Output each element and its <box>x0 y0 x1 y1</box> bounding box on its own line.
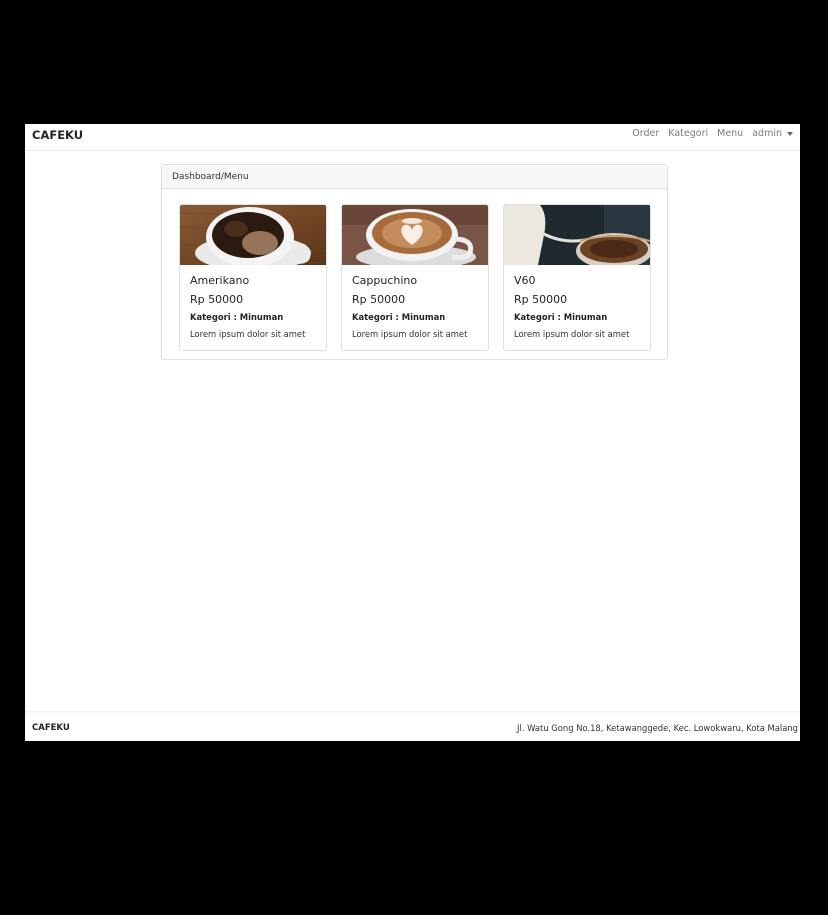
footer-address: Jl. Watu Gong No.18, Ketawanggede, Kec. … <box>517 723 798 733</box>
nav-link-menu[interactable]: Menu <box>717 128 743 139</box>
footer-brand: CAFEKU <box>32 723 70 733</box>
user-dropdown-label: admin <box>752 128 782 139</box>
menu-item-category: Kategori : Minuman <box>352 312 446 322</box>
black-coffee-cup-image <box>180 205 326 265</box>
user-dropdown[interactable]: admin <box>752 128 793 139</box>
navbar-brand[interactable]: CAFEKU <box>32 128 83 142</box>
menu-item-price: Rp 50000 <box>190 293 244 306</box>
breadcrumb: Dashboard/Menu <box>172 171 249 182</box>
panel-header: Dashboard/Menu <box>162 165 667 189</box>
menu-card[interactable]: V60 Rp 50000 Kategori : Minuman Lorem ip… <box>503 204 651 351</box>
menu-panel: Dashboard/Menu Amerikano Rp 50000 Katego… <box>161 164 668 360</box>
menu-card[interactable]: Amerikano Rp 50000 Kategori : Minuman Lo… <box>179 204 327 351</box>
menu-item-description: Lorem ipsum dolor sit amet <box>190 329 306 339</box>
navbar: CAFEKU Order Kategori Menu admin <box>25 124 800 151</box>
pour-over-kettle-image <box>504 205 650 265</box>
nav-links: Order Kategori Menu admin <box>632 128 793 139</box>
menu-item-description: Lorem ipsum dolor sit amet <box>514 329 630 339</box>
menu-item-category: Kategori : Minuman <box>190 312 284 322</box>
latte-art-cup-image <box>342 205 488 265</box>
menu-item-price: Rp 50000 <box>352 293 406 306</box>
app-window: CAFEKU Order Kategori Menu admin Dashboa… <box>25 124 800 741</box>
nav-link-kategori[interactable]: Kategori <box>668 128 708 139</box>
menu-item-description: Lorem ipsum dolor sit amet <box>352 329 468 339</box>
footer: CAFEKU Jl. Watu Gong No.18, Ketawanggede… <box>25 711 800 741</box>
menu-item-price: Rp 50000 <box>514 293 568 306</box>
chevron-down-icon <box>787 131 793 136</box>
nav-link-order[interactable]: Order <box>632 128 659 139</box>
menu-item-name: V60 <box>514 274 536 287</box>
menu-card[interactable]: Cappuchino Rp 50000 Kategori : Minuman L… <box>341 204 489 351</box>
menu-item-name: Cappuchino <box>352 274 418 287</box>
menu-item-category: Kategori : Minuman <box>514 312 608 322</box>
menu-item-name: Amerikano <box>190 274 250 287</box>
